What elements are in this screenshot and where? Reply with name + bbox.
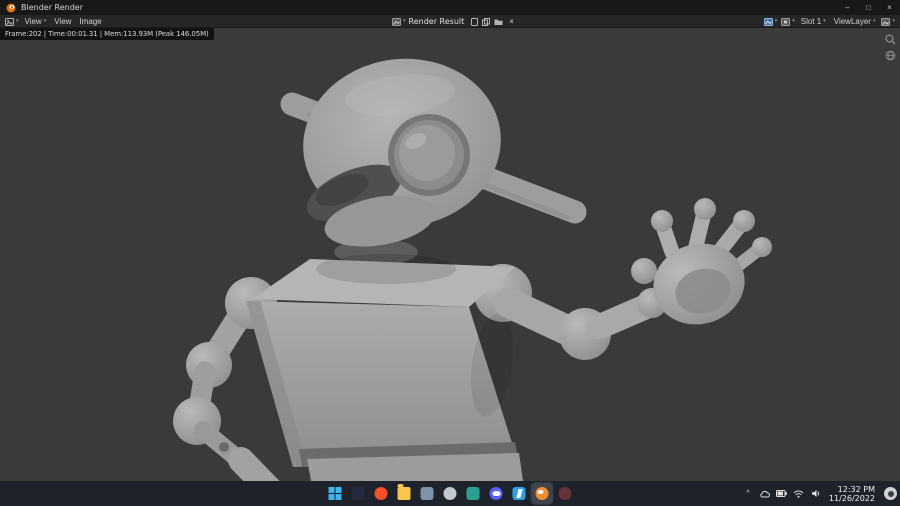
channels-icon — [763, 17, 773, 26]
pan-gizmo-icon[interactable] — [884, 49, 896, 61]
dark-app-icon — [351, 487, 365, 500]
slot-dropdown[interactable]: Slot 1 ▾ — [797, 15, 830, 28]
teal-app-icon — [466, 487, 480, 500]
slot-label: Slot 1 — [800, 17, 822, 26]
menu-view[interactable]: View — [50, 15, 75, 28]
blender-logo-icon — [6, 3, 16, 13]
robot-render — [173, 58, 772, 481]
layers-icon — [881, 17, 891, 26]
blender-icon — [535, 487, 549, 500]
image-name-field[interactable]: Render Result — [408, 17, 470, 26]
file-icon — [471, 17, 479, 26]
browse-image-button[interactable]: ▾ — [390, 15, 408, 28]
area-view-dropdown[interactable]: View ▾ — [21, 15, 51, 28]
image-selector-group: ▾ Render Result × — [390, 15, 518, 28]
folder-icon — [494, 18, 503, 26]
tray-date: 11/26/2022 — [828, 493, 875, 503]
area-view-label: View — [24, 17, 42, 26]
image-editor-icon — [5, 17, 14, 26]
onedrive-cloud-icon[interactable] — [759, 487, 771, 501]
display-channels-button[interactable]: ▾ — [762, 15, 780, 28]
titlebar: Blender Render – □ × — [0, 0, 900, 15]
taskbar-app-file-explorer[interactable] — [394, 483, 415, 504]
taskbar-app-discord[interactable] — [486, 483, 507, 504]
chevron-down-icon: ▾ — [403, 18, 406, 24]
header-right-group: ▾ ▾ Slot 1 ▾ ViewLayer ▾ ▾ — [762, 15, 897, 28]
volume-icon[interactable] — [810, 487, 822, 501]
slate-app-icon — [420, 487, 434, 500]
editor-header: ▾ View ▾ View Image ▾ Render Result × ▾ … — [0, 15, 900, 28]
eye-lens — [388, 114, 470, 196]
render-pass-button[interactable]: ▾ — [879, 15, 897, 28]
taskbar-app-voice[interactable] — [440, 483, 461, 504]
taskbar-clock[interactable]: 12:32 PM 11/26/2022 — [827, 485, 877, 503]
discord-icon — [489, 487, 503, 500]
render-canvas[interactable]: Frame:202 | Time:00:01.31 | Mem:113.93M … — [0, 28, 900, 481]
image-icon — [392, 17, 401, 26]
tray-time: 12:32 PM — [837, 484, 875, 494]
chevron-down-icon: ▾ — [892, 18, 895, 24]
minimize-button[interactable]: – — [837, 0, 858, 15]
zoom-gizmo-icon[interactable] — [884, 33, 896, 45]
taskbar-app-blender[interactable] — [530, 482, 554, 505]
file-explorer-icon — [397, 484, 411, 500]
notification-badge[interactable] — [884, 487, 897, 500]
chevron-down-icon: ▾ — [823, 18, 826, 24]
chevron-down-icon: ▾ — [872, 18, 876, 24]
voice-app-icon — [443, 487, 457, 500]
wifi-icon[interactable] — [793, 487, 805, 501]
open-image-button[interactable] — [492, 15, 505, 28]
canvas-gizmos — [884, 33, 896, 61]
windows-logo-icon — [328, 487, 342, 500]
tray-chevron-up-icon[interactable]: ^ — [742, 487, 754, 501]
menu-image[interactable]: Image — [75, 15, 105, 28]
render-slot-icon — [781, 17, 791, 26]
close-button[interactable]: × — [879, 0, 900, 15]
chevron-down-icon: ▾ — [792, 18, 795, 24]
view-transform-button[interactable]: ▾ — [779, 15, 797, 28]
taskbar-center-icons — [325, 481, 576, 506]
viewlayer-label: ViewLayer — [833, 17, 871, 26]
taskbar-app-vscode[interactable] — [509, 483, 530, 504]
chevron-down-icon: ▾ — [43, 18, 47, 24]
taskbar: ^ 12:32 PM 11/26/2022 — [0, 481, 900, 506]
chevron-down-icon: ▾ — [774, 18, 778, 24]
taskbar-app-teal[interactable] — [463, 483, 484, 504]
taskbar-app-maroon[interactable] — [555, 483, 576, 504]
system-tray: ^ 12:32 PM 11/26/2022 — [742, 481, 897, 506]
new-image-button[interactable] — [469, 15, 480, 28]
unlink-image-button[interactable]: × — [505, 15, 518, 28]
taskbar-app-brave[interactable] — [371, 483, 392, 504]
brave-icon — [374, 487, 388, 500]
render-stats: Frame:202 | Time:00:01.31 | Mem:113.93M … — [0, 28, 214, 40]
window-title: Blender Render — [21, 3, 84, 12]
taskbar-start-button[interactable] — [325, 483, 346, 504]
blender-render-window: Blender Render – □ × ▾ View ▾ View Image — [0, 0, 900, 506]
header-left-group: ▾ View ▾ View Image — [3, 15, 106, 28]
torso — [246, 254, 523, 481]
right-arm — [494, 198, 772, 360]
window-controls: – □ × — [837, 0, 900, 15]
maroon-app-icon — [558, 487, 572, 500]
duplicate-image-button[interactable] — [480, 15, 492, 28]
copy-icon — [482, 17, 491, 26]
taskbar-app-slate[interactable] — [417, 483, 438, 504]
viewlayer-dropdown[interactable]: ViewLayer ▾ — [830, 15, 880, 28]
head — [303, 58, 501, 247]
maximize-button[interactable]: □ — [858, 0, 879, 15]
editor-type-button[interactable]: ▾ — [3, 15, 21, 28]
vscode-icon — [512, 487, 526, 500]
taskbar-app-dark[interactable] — [348, 483, 369, 504]
battery-icon[interactable] — [776, 487, 788, 501]
chevron-down-icon: ▾ — [16, 18, 19, 24]
